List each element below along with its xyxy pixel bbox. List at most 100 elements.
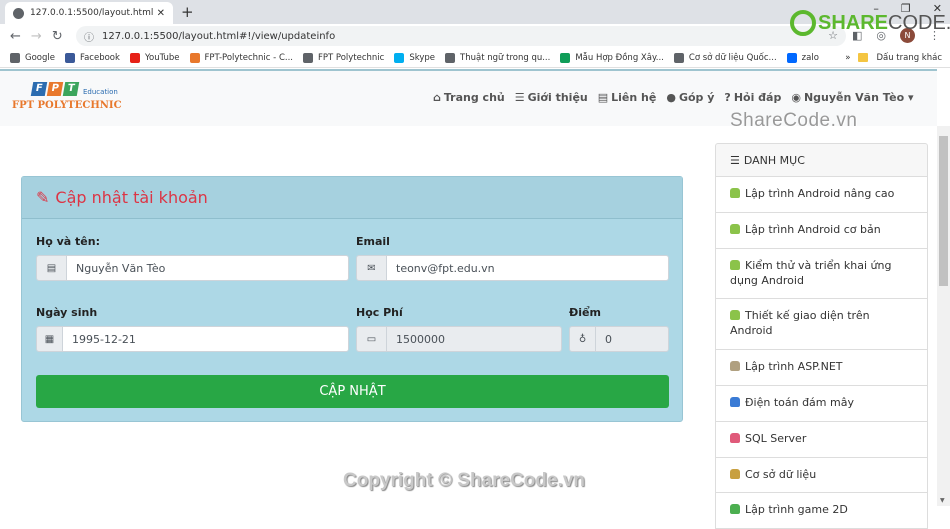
fee-label: Học Phí bbox=[356, 306, 403, 319]
sharecode-logo: SHARE CODE.vn bbox=[790, 10, 950, 36]
close-tab-icon[interactable]: ✕ bbox=[157, 8, 165, 19]
category-icon bbox=[730, 259, 740, 270]
award-icon: ♁ bbox=[570, 327, 596, 351]
bookmark-item[interactable]: Skype bbox=[394, 52, 436, 63]
browser-tab[interactable]: 127.0.0.1:5500/layout.html#!/vie… ✕ bbox=[5, 2, 173, 24]
update-account-card: ✎ Cập nhật tài khoản Họ và tên: ▤ Nguyễn… bbox=[21, 176, 683, 422]
sidebar-header: ☰ DANH MỤC bbox=[715, 143, 928, 177]
scroll-down-arrow[interactable]: ▼ bbox=[940, 497, 945, 504]
update-button[interactable]: CẬP NHẬT bbox=[36, 375, 669, 408]
nav-item-label: Nguyễn Văn Tèo ▾ bbox=[803, 91, 914, 104]
sidebar-item-label: Lập trình ASP.NET bbox=[745, 360, 843, 374]
bookmark-label: Facebook bbox=[79, 52, 120, 63]
nav-item[interactable]: ☰ Giới thiệu bbox=[515, 91, 588, 104]
envelope-icon: ✉ bbox=[357, 256, 387, 280]
score-input-group: ♁ 0 bbox=[569, 326, 669, 352]
bookmark-item[interactable]: FPT-Polytechnic - C... bbox=[189, 52, 293, 63]
sidebar-item[interactable]: Điện toán đám mây bbox=[715, 385, 928, 422]
bookmark-label: Skype bbox=[409, 52, 436, 63]
bookmark-label: Google bbox=[25, 52, 55, 63]
sidebar-item-label: Điện toán đám mây bbox=[745, 395, 854, 409]
bookmark-item[interactable]: Google bbox=[10, 52, 55, 63]
back-button[interactable]: ← bbox=[10, 29, 21, 44]
comments-icon: ● bbox=[666, 91, 676, 104]
sidebar-item[interactable]: SQL Server bbox=[715, 421, 928, 458]
folder-icon bbox=[858, 53, 869, 62]
more-bookmarks-button[interactable]: » bbox=[845, 53, 850, 63]
sidebar-item-label: Cơ sở dữ liệu bbox=[745, 467, 817, 481]
nav-item-label: Trang chủ bbox=[443, 91, 505, 104]
score-input[interactable]: 0 bbox=[596, 327, 668, 351]
sidebar-item[interactable]: Lập trình game 2D bbox=[715, 493, 928, 529]
bookmark-item[interactable]: YouTube bbox=[129, 52, 180, 63]
bookmark-label: zalo bbox=[801, 52, 819, 63]
bookmark-item[interactable]: Mẫu Hợp Đồng Xây... bbox=[560, 52, 664, 63]
bookmark-item[interactable]: Thuật ngữ trong qu... bbox=[445, 52, 550, 63]
category-icon bbox=[730, 223, 740, 234]
money-icon: ▭ bbox=[357, 327, 387, 351]
reload-button[interactable]: ↻ bbox=[52, 29, 63, 44]
info-icon[interactable]: ⓘ bbox=[84, 29, 94, 44]
birthday-input[interactable]: 1995-12-21 bbox=[63, 327, 348, 351]
sidebar-item[interactable]: Kiểm thử và triển khai ứng dụng Android bbox=[715, 248, 928, 300]
brand-logo[interactable]: F P T Education FPT POLYTECHNIC bbox=[12, 82, 122, 111]
email-input[interactable]: teonv@fpt.edu.vn bbox=[387, 256, 668, 280]
new-tab-button[interactable]: + bbox=[181, 3, 194, 21]
sidebar-item[interactable]: Lập trình Android cơ bản bbox=[715, 212, 928, 249]
category-icon bbox=[730, 361, 740, 372]
bookmark-icon bbox=[189, 52, 200, 63]
nav-item[interactable]: ⌂ Trang chủ bbox=[433, 91, 505, 104]
category-icon bbox=[730, 188, 740, 198]
sidebar-item-label: Thiết kế giao diện trên Android bbox=[730, 309, 870, 338]
sharecode-logo-icon bbox=[790, 10, 816, 36]
forward-button[interactable]: → bbox=[31, 29, 42, 44]
fee-input[interactable]: 1500000 bbox=[387, 327, 561, 351]
bookmark-icon bbox=[129, 52, 140, 63]
brand-name: FPT POLYTECHNIC bbox=[12, 100, 122, 111]
edit-icon: ✎ bbox=[36, 188, 50, 207]
logo-letter-p: P bbox=[46, 82, 64, 96]
category-icon bbox=[730, 468, 740, 479]
globe-icon bbox=[13, 7, 24, 19]
sidebar-item-label: Lập trình game 2D bbox=[745, 503, 848, 517]
fullname-input-group: ▤ Nguyễn Văn Tèo bbox=[36, 255, 349, 281]
nav-item[interactable]: ● Góp ý bbox=[666, 91, 714, 104]
scrollbar-thumb[interactable] bbox=[939, 136, 948, 286]
sidebar-item[interactable]: Lập trình ASP.NET bbox=[715, 350, 928, 386]
bookmark-item[interactable]: FPT Polytechnic bbox=[302, 52, 384, 63]
bookmark-label: Cơ sở dữ liệu Quốc... bbox=[688, 52, 777, 63]
bookmark-icon bbox=[302, 52, 313, 63]
url-text: 127.0.0.1:5500/layout.html#!/view/update… bbox=[102, 30, 336, 42]
nav-item[interactable]: ◉ Nguyễn Văn Tèo ▾ bbox=[791, 91, 913, 104]
fullname-input[interactable]: Nguyễn Văn Tèo bbox=[67, 256, 348, 280]
url-input[interactable]: ⓘ 127.0.0.1:5500/layout.html#!/view/upda… bbox=[76, 26, 846, 46]
list-icon: ☰ bbox=[514, 91, 525, 104]
sidebar-item-label: Kiểm thử và triển khai ứng dụng Android bbox=[730, 258, 892, 287]
logo-letter-t: T bbox=[62, 82, 80, 96]
bookmark-icon bbox=[786, 52, 797, 63]
logo-suffix: Education bbox=[83, 88, 118, 96]
tab-title: 127.0.0.1:5500/layout.html#!/vie… bbox=[30, 8, 153, 18]
bookmark-label: Mẫu Hợp Đồng Xây... bbox=[575, 52, 664, 63]
page-scrollbar[interactable]: ▼ bbox=[937, 126, 950, 506]
nav-item[interactable]: ▤ Liên hệ bbox=[598, 91, 657, 104]
bookmark-item[interactable]: Facebook bbox=[64, 52, 120, 63]
sidebar-item-label: Lập trình Android nâng cao bbox=[745, 187, 895, 200]
sidebar-item[interactable]: Cơ sở dữ liệu bbox=[715, 457, 928, 494]
card-title: Cập nhật tài khoản bbox=[55, 188, 208, 207]
bookmark-item[interactable]: Cơ sở dữ liệu Quốc... bbox=[673, 52, 777, 63]
fpt-logo: F P T Education bbox=[30, 82, 122, 96]
sharecode-watermark: ShareCode.vn bbox=[730, 110, 858, 131]
sidebar-item[interactable]: Thiết kế giao diện trên Android bbox=[715, 299, 928, 351]
nav-item[interactable]: ? Hỏi đáp bbox=[724, 91, 781, 104]
sidebar-title: DANH MỤC bbox=[743, 153, 805, 167]
bookmark-icon bbox=[560, 52, 571, 63]
other-bookmarks[interactable]: Dấu trang khác bbox=[876, 53, 942, 63]
bookmark-icon bbox=[10, 52, 20, 63]
home-icon: ⌂ bbox=[433, 91, 441, 104]
bookmark-icon bbox=[673, 52, 684, 63]
user-icon: ◉ bbox=[791, 91, 801, 104]
question-icon: ? bbox=[724, 91, 731, 104]
bookmark-item[interactable]: zalo bbox=[786, 52, 819, 63]
sidebar-item[interactable]: Lập trình Android nâng cao bbox=[715, 177, 928, 213]
